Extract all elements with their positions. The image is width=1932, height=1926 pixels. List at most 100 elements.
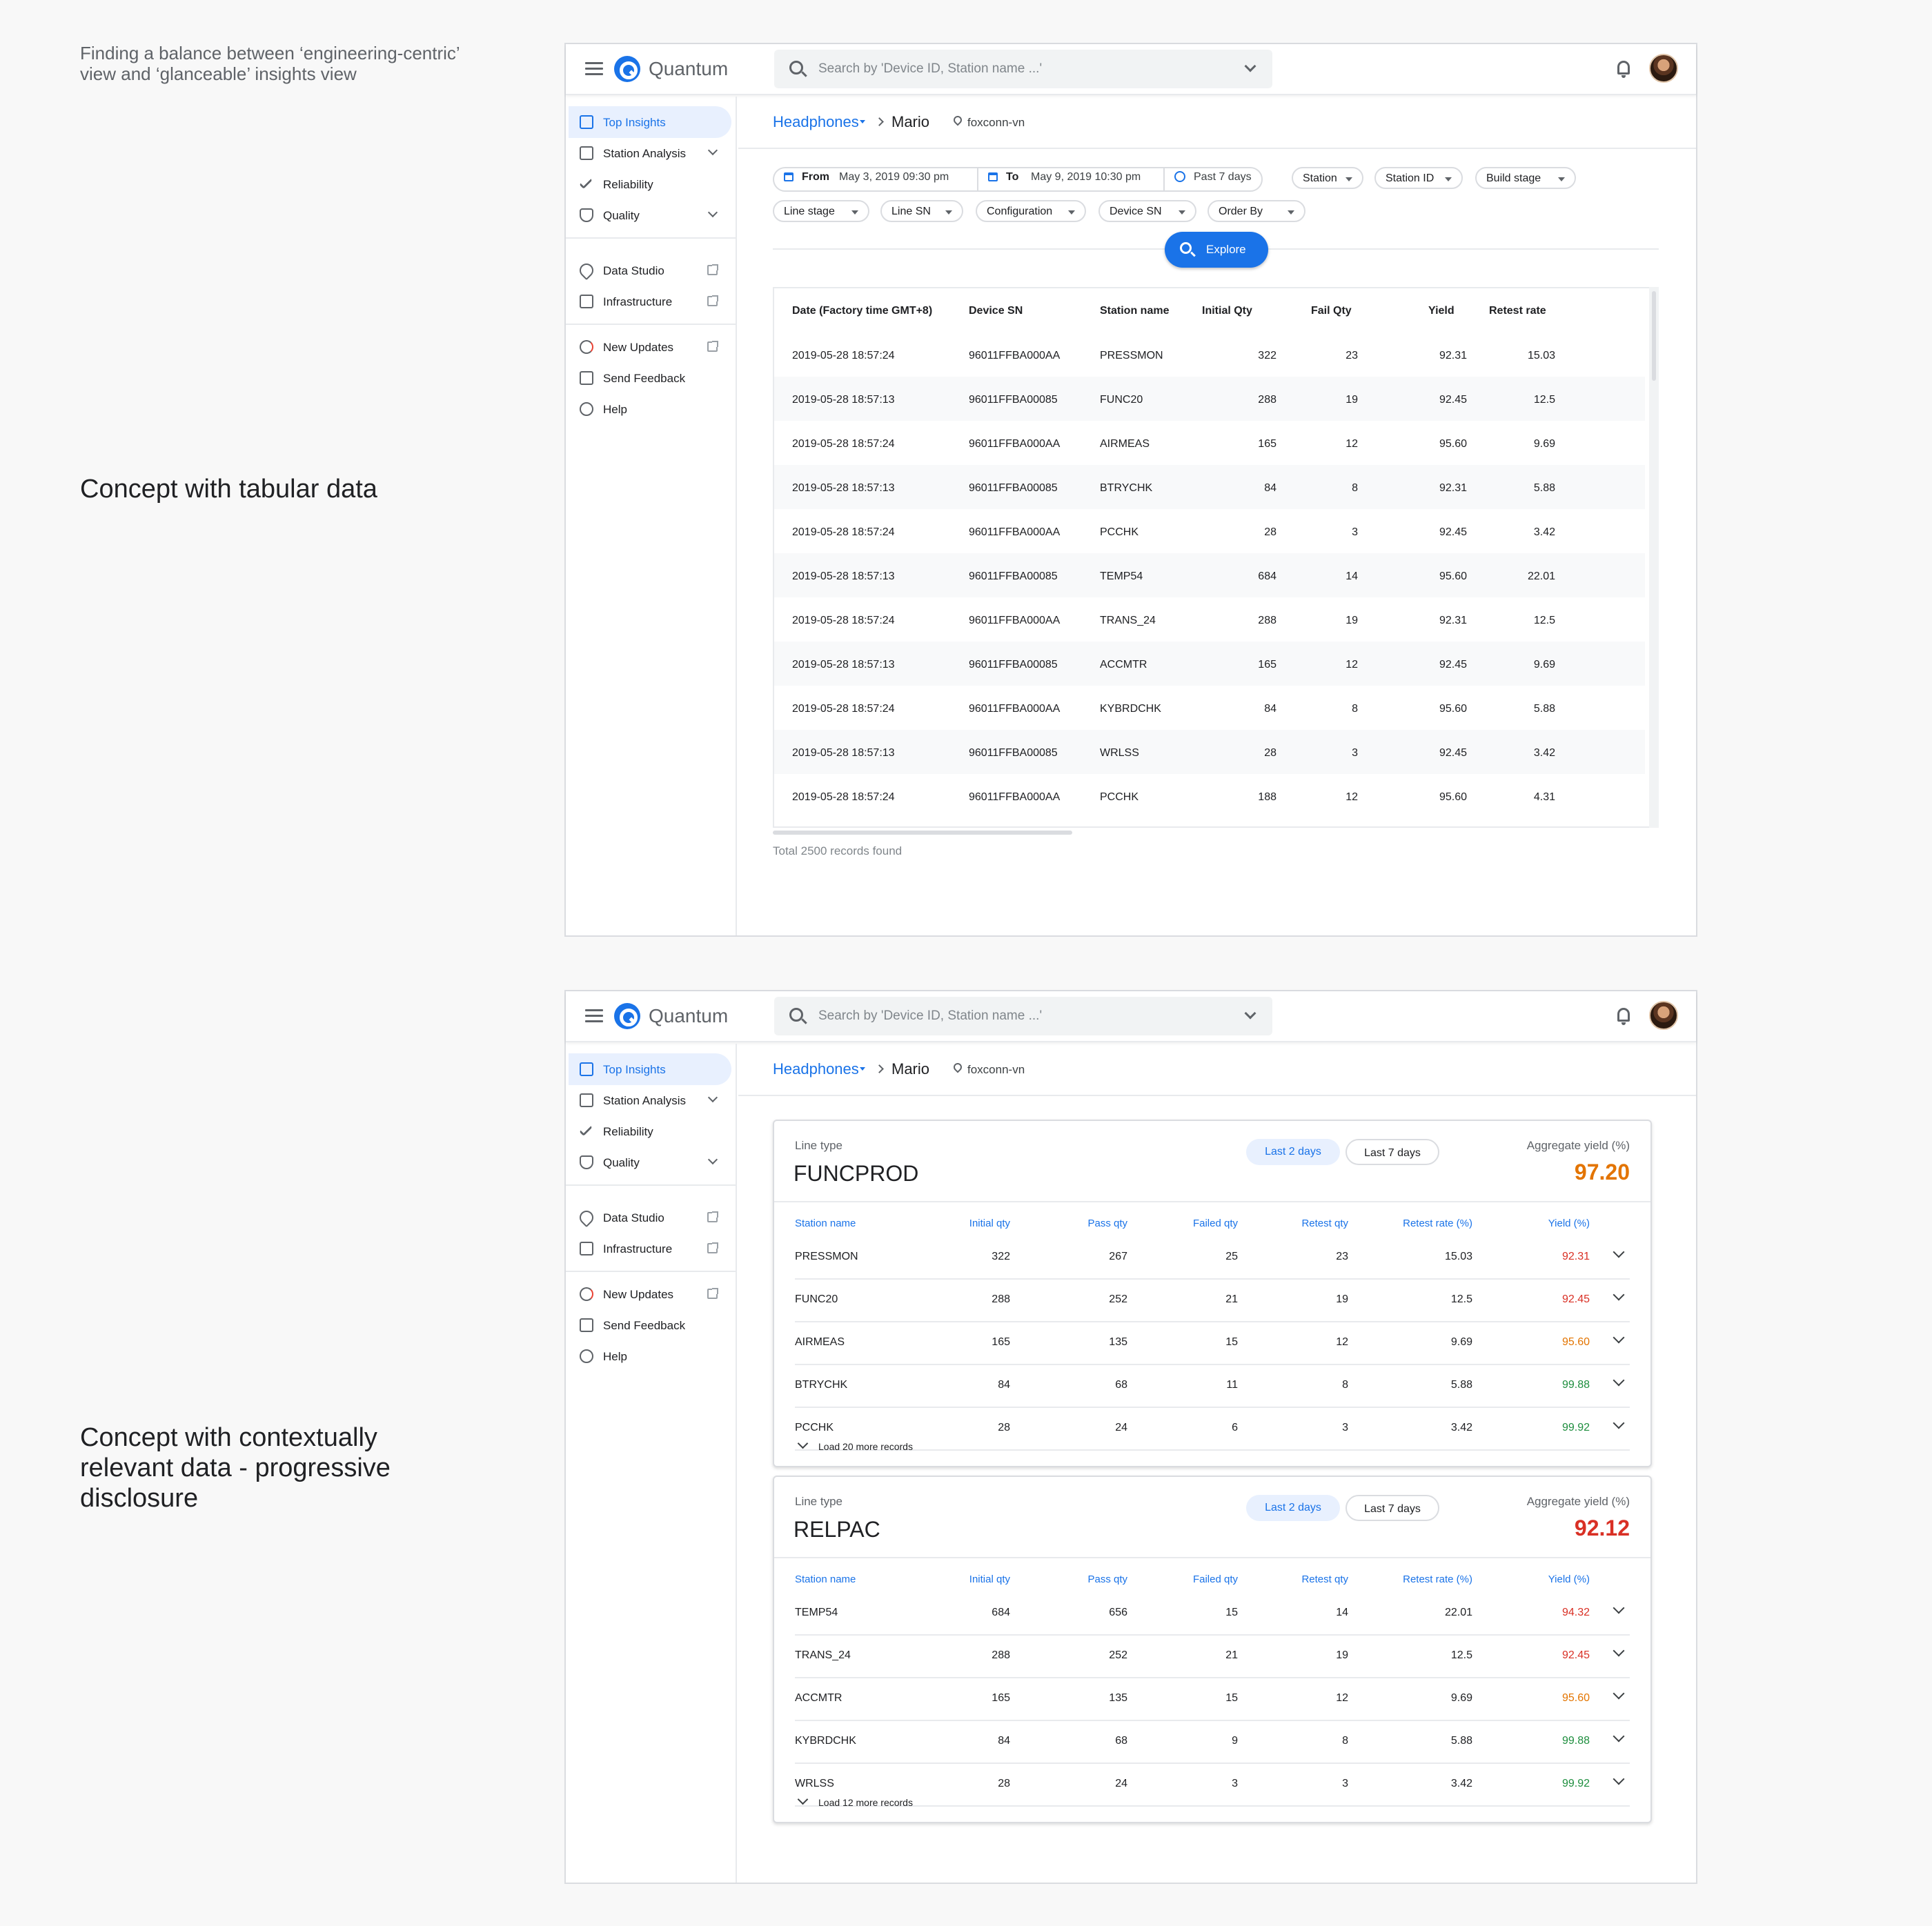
menu-icon[interactable] — [585, 1009, 603, 1023]
column-header[interactable]: Fail Qty — [1311, 305, 1352, 317]
station-row[interactable]: PCCHK 28 24 6 3 3.42 99.92 — [795, 1408, 1630, 1451]
column-header[interactable]: Retest rate (%) — [1362, 1218, 1472, 1229]
chevron-down-icon[interactable] — [1244, 60, 1256, 72]
expand-chevron-icon[interactable] — [1613, 1374, 1625, 1387]
sidebar-item-send-feedback[interactable]: Send Feedback — [569, 1309, 731, 1341]
breadcrumb-product[interactable]: Headphones — [773, 113, 859, 131]
column-header[interactable]: Date (Factory time GMT+8) — [792, 305, 932, 317]
column-header[interactable]: Yield — [1428, 305, 1455, 317]
sidebar-item-quality[interactable]: Quality — [569, 199, 731, 231]
bell-icon[interactable] — [1617, 1008, 1630, 1025]
sidebar-item-top-insights[interactable]: Top Insights — [569, 106, 731, 138]
expand-chevron-icon[interactable] — [1613, 1289, 1625, 1301]
station-row[interactable]: ACCMTR 165 135 15 12 9.69 95.60 — [795, 1678, 1630, 1721]
column-header[interactable]: Retest qty — [1238, 1218, 1348, 1229]
expand-chevron-icon[interactable] — [1613, 1331, 1625, 1344]
station-row[interactable]: TRANS_24 288 252 21 19 12.5 92.45 — [795, 1636, 1630, 1678]
toggle-last-2-days[interactable]: Last 2 days — [1246, 1495, 1340, 1521]
station-row[interactable]: WRLSS 28 24 3 3 3.42 99.92 — [795, 1764, 1630, 1807]
sidebar-item-station-analysis[interactable]: Station Analysis — [569, 137, 731, 169]
column-header[interactable]: Retest rate — [1489, 305, 1546, 317]
table-row[interactable]: 2019-05-28 18:57:24 96011FFBA000AA AIRMEAS… — [774, 421, 1645, 465]
table-row[interactable]: 2019-05-28 18:57:13 96011FFBA00085 WRLSS 28… — [774, 730, 1645, 774]
filter-build-stage[interactable]: Build stage — [1475, 167, 1576, 189]
table-row[interactable]: 2019-05-28 18:57:24 96011FFBA000AA TRANS_2… — [774, 597, 1645, 642]
expand-chevron-icon[interactable] — [1613, 1687, 1625, 1700]
search-input[interactable]: Search by 'Device ID, Station name ...' — [774, 50, 1272, 88]
sidebar-item-station-analysis[interactable]: Station Analysis — [569, 1084, 731, 1116]
caret-down-icon[interactable] — [860, 120, 865, 123]
column-header[interactable]: Initial qty — [900, 1573, 1010, 1585]
column-header[interactable]: Station name — [795, 1218, 856, 1229]
column-header[interactable]: Failed qty — [1127, 1218, 1238, 1229]
sidebar-item-help[interactable]: Help — [569, 393, 731, 425]
filter-configuration[interactable]: Configuration — [976, 200, 1086, 222]
filter-device-sn[interactable]: Device SN — [1098, 200, 1196, 222]
station-row[interactable]: TEMP54 684 656 15 14 22.01 94.32 — [795, 1593, 1630, 1636]
expand-chevron-icon[interactable] — [1613, 1645, 1625, 1657]
sidebar-item-top-insights[interactable]: Top Insights — [569, 1053, 731, 1085]
sidebar-item-infrastructure[interactable]: Infrastructure — [569, 1233, 731, 1264]
station-row[interactable]: BTRYCHK 84 68 11 8 5.88 99.88 — [795, 1365, 1630, 1408]
sidebar-item-quality[interactable]: Quality — [569, 1146, 731, 1178]
column-header[interactable]: Pass qty — [1017, 1218, 1127, 1229]
table-row[interactable]: 2019-05-28 18:57:24 96011FFBA000AA PCCHK 18… — [774, 774, 1645, 818]
toggle-last-2-days[interactable]: Last 2 days — [1246, 1139, 1340, 1165]
avatar[interactable] — [1649, 54, 1678, 83]
sidebar-item-data-studio[interactable]: Data Studio — [569, 255, 731, 286]
station-row[interactable]: PRESSMON 322 267 25 23 15.03 92.31 — [795, 1237, 1630, 1280]
table-row[interactable]: 2019-05-28 18:57:24 96011FFBA000AA PRESSMO… — [774, 332, 1645, 377]
column-header[interactable]: Initial qty — [900, 1218, 1010, 1229]
sidebar-item-reliability[interactable]: Reliability — [569, 168, 731, 200]
sidebar-item-send-feedback[interactable]: Send Feedback — [569, 362, 731, 394]
horizontal-scrollbar[interactable] — [773, 829, 1649, 836]
sidebar-item-help[interactable]: Help — [569, 1340, 731, 1372]
filter-line-sn[interactable]: Line SN — [880, 200, 963, 222]
search-input[interactable]: Search by 'Device ID, Station name ...' — [774, 997, 1272, 1035]
column-header[interactable]: Station name — [795, 1573, 856, 1585]
breadcrumb-product[interactable]: Headphones — [773, 1060, 859, 1078]
expand-chevron-icon[interactable] — [1613, 1773, 1625, 1785]
table-row[interactable]: 2019-05-28 18:57:13 96011FFBA00085 TEMP54 6… — [774, 553, 1645, 597]
station-row[interactable]: KYBRDCHK 84 68 9 8 5.88 99.88 — [795, 1721, 1630, 1764]
caret-down-icon[interactable] — [860, 1067, 865, 1071]
column-header[interactable]: Retest rate (%) — [1362, 1573, 1472, 1585]
station-row[interactable]: AIRMEAS 165 135 15 12 9.69 95.60 — [795, 1322, 1630, 1365]
toggle-last-7-days[interactable]: Last 7 days — [1346, 1495, 1439, 1521]
sidebar-item-infrastructure[interactable]: Infrastructure — [569, 286, 731, 317]
expand-chevron-icon[interactable] — [1613, 1730, 1625, 1743]
table-row[interactable]: 2019-05-28 18:57:13 96011FFBA00085 BTRYCHK… — [774, 465, 1645, 509]
table-row[interactable]: 2019-05-28 18:57:24 96011FFBA000AA PCCHK 28… — [774, 509, 1645, 553]
table-row[interactable]: 2019-05-28 18:57:13 96011FFBA00085 FUNC20 2… — [774, 377, 1645, 421]
expand-chevron-icon[interactable] — [1613, 1602, 1625, 1614]
filter-line-stage[interactable]: Line stage — [773, 200, 869, 222]
station-row[interactable]: FUNC20 288 252 21 19 12.5 92.45 — [795, 1280, 1630, 1322]
avatar[interactable] — [1649, 1001, 1678, 1030]
sidebar-item-new-updates[interactable]: New Updates — [569, 331, 731, 363]
filter-station-id[interactable]: Station ID — [1374, 167, 1463, 189]
sidebar-item-reliability[interactable]: Reliability — [569, 1115, 731, 1147]
menu-icon[interactable] — [585, 62, 603, 76]
column-header[interactable]: Station name — [1100, 305, 1169, 317]
expand-chevron-icon[interactable] — [1613, 1417, 1625, 1429]
sidebar-item-data-studio[interactable]: Data Studio — [569, 1202, 731, 1233]
column-header[interactable]: Initial Qty — [1202, 305, 1252, 317]
expand-chevron-icon[interactable] — [1613, 1246, 1625, 1258]
filter-order-by[interactable]: Order By — [1208, 200, 1305, 222]
vertical-scrollbar[interactable] — [1649, 287, 1659, 828]
explore-button[interactable]: Explore — [1165, 232, 1268, 268]
chevron-down-icon[interactable] — [1244, 1007, 1256, 1020]
filter-station[interactable]: Station — [1292, 167, 1363, 189]
line-type-card-funcprod: Line type FUNCPROD Last 2 days Last 7 days A… — [773, 1120, 1652, 1467]
column-header[interactable]: Device SN — [969, 305, 1023, 317]
column-header[interactable]: Pass qty — [1017, 1573, 1127, 1585]
table-row[interactable]: 2019-05-28 18:57:13 96011FFBA00085 ACCMTR 1… — [774, 642, 1645, 686]
sidebar-item-new-updates[interactable]: New Updates — [569, 1278, 731, 1310]
column-header[interactable]: Retest qty — [1238, 1573, 1348, 1585]
toggle-last-7-days[interactable]: Last 7 days — [1346, 1139, 1439, 1165]
column-header[interactable]: Yield (%) — [1479, 1573, 1590, 1585]
bell-icon[interactable] — [1617, 61, 1630, 78]
column-header[interactable]: Yield (%) — [1479, 1218, 1590, 1229]
table-row[interactable]: 2019-05-28 18:57:24 96011FFBA000AA KYBRDCH… — [774, 686, 1645, 730]
column-header[interactable]: Failed qty — [1127, 1573, 1238, 1585]
